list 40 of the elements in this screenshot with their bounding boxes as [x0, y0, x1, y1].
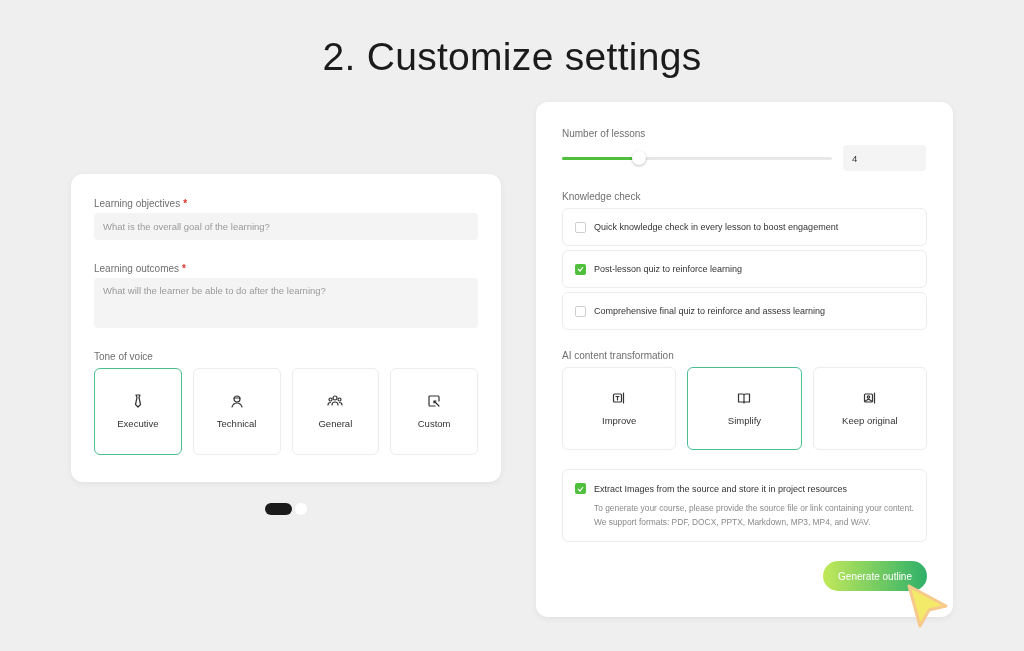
- check-option[interactable]: Comprehensive final quiz to reinforce and assess learning: [562, 292, 927, 330]
- tone-option[interactable]: General: [291, 368, 380, 455]
- image-icon: [862, 391, 877, 405]
- field-label: Learning outcomes: [94, 263, 180, 274]
- section-label: Number of lessons: [562, 128, 647, 139]
- page-title: 2. Customize settings: [322, 34, 702, 80]
- edit-icon: [427, 394, 442, 408]
- option-label: Extract Images from the source and store it in project resources: [594, 483, 848, 494]
- section-label: AI content transformation: [562, 350, 675, 361]
- section-label: Knowledge check: [562, 191, 642, 202]
- tone-option[interactable]: Technical: [192, 368, 281, 455]
- transformation-option[interactable]: Simplify: [687, 367, 802, 450]
- check-option[interactable]: Post-lesson quiz to reinforce learning: [562, 250, 927, 288]
- description-text: To generate your course, please provide the source file or link containing your content. We support formats: PDF, DOCX, PPTX, Markdown, MP3, MP4, and WAV.: [594, 502, 914, 529]
- text-icon: [612, 391, 627, 405]
- option-label: Quick knowledge check in every lesson to boost engagement: [594, 222, 839, 232]
- option-label: Post-lesson quiz to reinforce learning: [594, 264, 743, 274]
- required-mark: *: [183, 198, 188, 209]
- option-label: Comprehensive final quiz to reinforce and assess learning: [594, 306, 826, 316]
- transformation-option[interactable]: Keep original: [812, 367, 927, 450]
- checkbox[interactable]: [575, 263, 586, 275]
- book-icon: [737, 391, 752, 405]
- slider-thumb[interactable]: [631, 151, 646, 165]
- lessons-field[interactable]: 4: [843, 145, 926, 171]
- checkbox[interactable]: [575, 305, 586, 317]
- required-mark: *: [182, 263, 186, 274]
- checkbox[interactable]: [575, 483, 586, 494]
- tone-option[interactable]: Executive: [94, 368, 182, 455]
- objectives-field[interactable]: What is the overall goal of the learning?: [94, 213, 478, 240]
- tone-option[interactable]: Custom: [390, 368, 478, 455]
- cursor-icon: [905, 583, 949, 629]
- field-label: Learning objectives: [94, 198, 181, 209]
- outcomes-field[interactable]: What will the learner be able to do after the learning?: [94, 278, 478, 328]
- person-icon: [229, 394, 244, 408]
- checkbox[interactable]: [575, 221, 586, 233]
- users-icon: [327, 394, 344, 408]
- lessons-slider[interactable]: [562, 150, 832, 166]
- check-option[interactable]: Quick knowledge check in every lesson to boost engagement: [562, 208, 927, 246]
- section-label: Tone of voice: [94, 351, 154, 362]
- transformation-option[interactable]: Improve: [562, 367, 677, 450]
